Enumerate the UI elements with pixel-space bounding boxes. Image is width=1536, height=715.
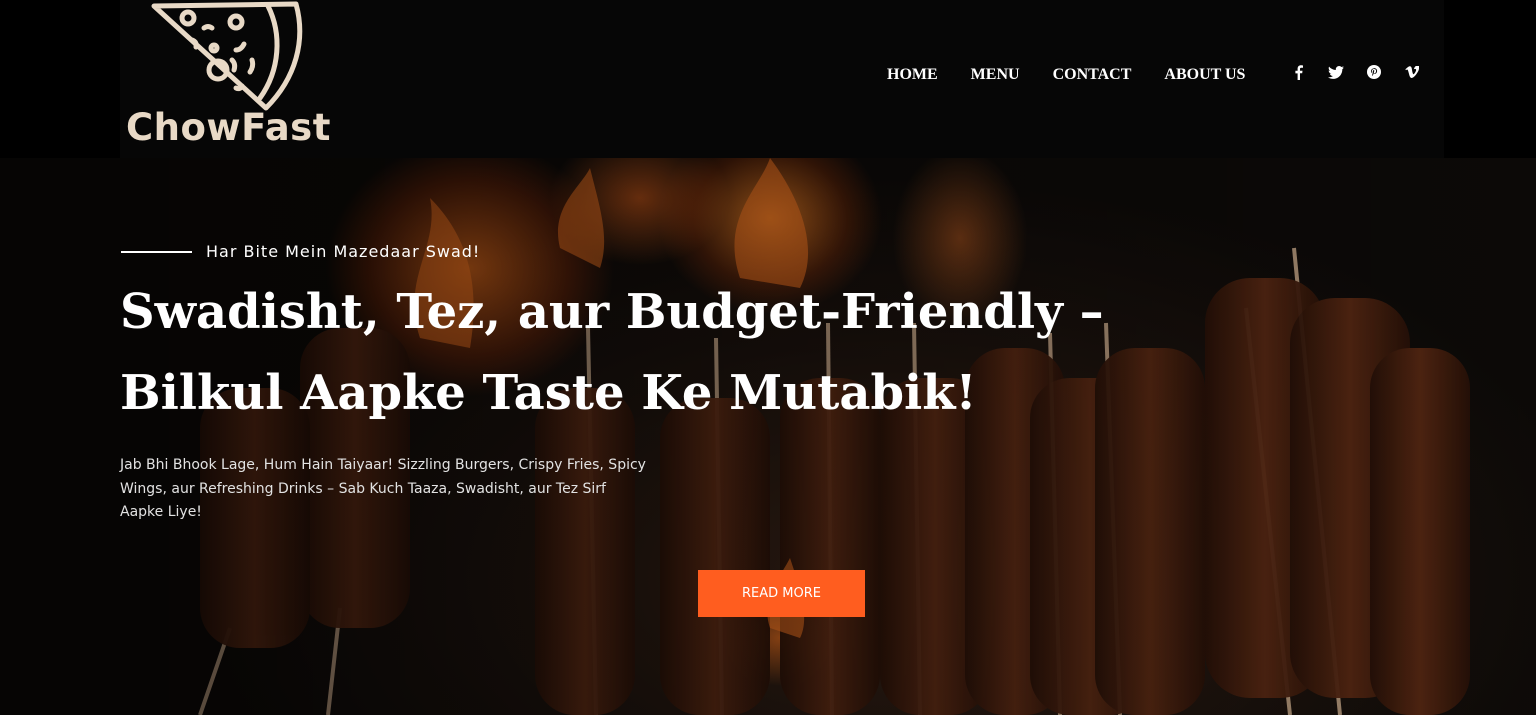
hero-headline: Swadisht, Tez, aur Budget-Friendly – Bil… — [120, 272, 1120, 434]
read-more-button[interactable]: READ MORE — [698, 570, 865, 617]
brand-logo[interactable]: ChowFast — [126, 0, 336, 152]
headline-line-2: Bilkul Aapke Taste Ke Mutabik! — [120, 365, 977, 421]
pizza-slice-icon — [151, 1, 303, 111]
brand-name: ChowFast — [126, 106, 331, 149]
main-nav: HOME MENU CONTACT ABOUT US — [887, 66, 1245, 84]
site-header: ChowFast HOME MENU CONTACT ABOUT US — [0, 0, 1536, 158]
eyebrow-divider — [121, 250, 192, 253]
vimeo-icon[interactable] — [1402, 62, 1422, 82]
hero-description: Jab Bhi Bhook Lage, Hum Hain Taiyaar! Si… — [120, 457, 646, 520]
header-container: ChowFast HOME MENU CONTACT ABOUT US — [120, 0, 1444, 158]
hero-section: Har Bite Mein Mazedaar Swad! Swadisht, T… — [0, 158, 1536, 715]
social-links — [1288, 62, 1422, 82]
nav-item-menu[interactable]: MENU — [971, 66, 1020, 84]
hero-eyebrow: Har Bite Mein Mazedaar Swad! — [121, 242, 480, 261]
nav-item-contact[interactable]: CONTACT — [1053, 66, 1132, 84]
eyebrow-text: Har Bite Mein Mazedaar Swad! — [206, 242, 481, 261]
headline-line-1: Swadisht, Tez, aur Budget-Friendly – — [120, 284, 1104, 340]
nav-item-home[interactable]: HOME — [887, 66, 938, 84]
nav-item-about-us[interactable]: ABOUT US — [1164, 66, 1245, 84]
twitter-icon[interactable] — [1326, 62, 1346, 82]
pinterest-icon[interactable] — [1364, 62, 1384, 82]
facebook-icon[interactable] — [1288, 62, 1308, 82]
